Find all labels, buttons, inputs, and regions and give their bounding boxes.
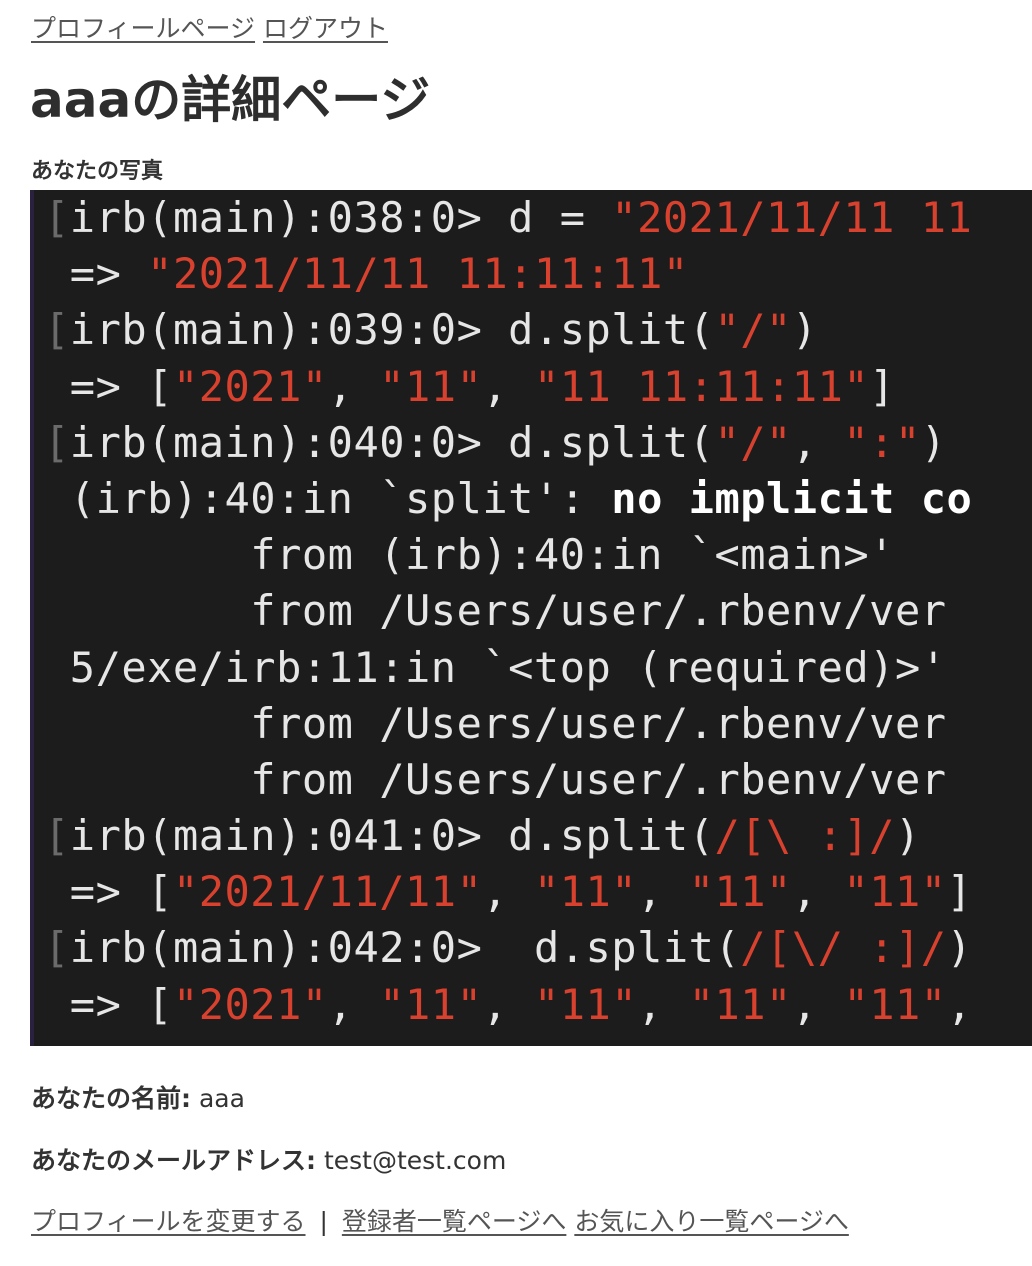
terminal-segment: , — [791, 867, 844, 917]
terminal-segment: => [ — [44, 867, 173, 917]
terminal-segment: [ — [44, 811, 70, 861]
terminal-segment: [ — [44, 305, 70, 355]
terminal-segment: , — [637, 867, 689, 917]
terminal-segment: [ — [44, 417, 70, 467]
terminal-line: [irb(main):040:0> d.split("/", ":") — [44, 415, 1032, 471]
terminal-segment: ] — [946, 867, 973, 917]
terminal-segment: [ — [44, 193, 70, 242]
terminal-segment: , — [482, 979, 534, 1029]
terminal-segment: from /Users/user/.rbenv/ver — [44, 754, 947, 804]
page-title: aaaの詳細ページ — [30, 71, 431, 129]
email-value: test@test.com — [323, 1146, 507, 1175]
terminal-segment: , — [791, 979, 844, 1029]
terminal-segment: "11" — [843, 979, 947, 1029]
terminal-line: from /Users/user/.rbenv/ver — [44, 583, 1032, 639]
edit-profile-link[interactable]: プロフィールを変更する — [31, 1207, 306, 1236]
terminal-segment: => [ — [44, 979, 173, 1029]
terminal-segment: "/" — [714, 305, 792, 355]
terminal-segment: "11" — [379, 979, 483, 1029]
terminal-line: => "2021/11/11 11:11:11" — [44, 246, 1032, 302]
terminal-segment: from /Users/user/.rbenv/ver — [44, 586, 947, 636]
terminal-line: [irb(main):039:0> d.split("/") — [44, 302, 1032, 358]
terminal-line: [irb(main):042:0> d.split(/[\/ :]/) — [44, 920, 1032, 976]
user-photo: [irb(main):038:0> d = "2021/11/11 11 => … — [30, 190, 1032, 1046]
terminal-segment: from /Users/user/.rbenv/ver — [44, 698, 947, 748]
terminal-segment: from (irb):40:in `<main>' — [44, 530, 895, 580]
terminal-screenshot-text: [irb(main):038:0> d = "2021/11/11 11 => … — [44, 190, 1032, 1046]
terminal-segment: "2021/11/11 11 — [611, 193, 973, 242]
terminal-segment: , — [327, 979, 380, 1029]
terminal-segment — [44, 1036, 508, 1046]
terminal-line: (irb):40:in `split': no implicit co — [44, 471, 1032, 527]
terminal-segment: => [ — [44, 361, 173, 411]
terminal-segment: no implicit co — [611, 473, 973, 523]
bottom-nav: プロフィールを変更する | 登録者一覧ページへ お気に入り一覧ページへ — [31, 1205, 849, 1239]
terminal-segment: irb(main):039:0> d.split( — [69, 305, 715, 355]
terminal-segment: irb(main):041:0> d.split( — [69, 811, 715, 861]
terminal-segment: , — [482, 361, 534, 411]
top-nav: プロフィールページ ログアウト — [31, 12, 388, 46]
terminal-segment: "2021" — [172, 979, 328, 1029]
email-row: あなたのメールアドレス: test@test.com — [31, 1144, 506, 1178]
terminal-segment: "11 11:11:11" — [533, 361, 870, 411]
terminal-segment: "11" — [533, 979, 638, 1029]
terminal-segment: , — [791, 417, 844, 467]
name-label: あなたの名前: — [31, 1084, 191, 1113]
terminal-line: 5/exe/irb:11:in `<top (required)>' — [44, 640, 1032, 696]
profile-page-link[interactable]: プロフィールページ — [31, 14, 255, 43]
terminal-line: => ["2021", "11", "11", "11", "11", — [44, 977, 1032, 1033]
terminal-segment: "11" — [688, 979, 792, 1029]
terminal-segment: irb(main):042:0> d.split( — [69, 923, 741, 973]
terminal-line: from /Users/user/.rbenv/ver — [44, 752, 1032, 808]
photo-label: あなたの写真 — [31, 159, 164, 184]
terminal-line: [irb(main):038:0> d = "2021/11/11 11 — [44, 190, 1032, 246]
terminal-line: => ["2021/11/11", "11", "11", "11"] — [44, 864, 1032, 920]
name-row: あなたの名前: aaa — [31, 1082, 245, 1116]
terminal-segment: "2021/11/11 11:11:11" — [147, 249, 689, 299]
email-label: あなたのメールアドレス: — [31, 1146, 316, 1175]
terminal-segment: ) — [946, 923, 973, 973]
terminal-segment: 5/exe/irb:11:in `<top (required)>' — [44, 642, 947, 692]
terminal-segment: /[\/ :]/ — [740, 923, 947, 973]
terminal-segment: ) — [894, 811, 921, 861]
terminal-segment: (irb):40:in `split': — [44, 473, 612, 523]
terminal-line: [irb(main):041:0> d.split(/[\ :]/) — [44, 808, 1032, 864]
terminal-segment: , — [327, 361, 380, 411]
terminal-segment: ) — [791, 305, 818, 355]
terminal-segment: irb(main):040:0> d.split( — [69, 417, 715, 467]
terminal-segment: , — [637, 979, 689, 1029]
terminal-segment: ) — [920, 417, 947, 467]
favorites-list-link[interactable]: お気に入り一覧ページへ — [574, 1207, 849, 1236]
terminal-line: => ["2021", "11", "11 11:11:11"] — [44, 359, 1032, 415]
terminal-segment: "11" — [688, 867, 792, 917]
terminal-segment: "11" — [843, 867, 947, 917]
terminal-segment: ":" — [843, 417, 921, 467]
terminal-line: from (irb):40:in `<main>' — [44, 527, 1032, 583]
terminal-segment: "/" — [714, 417, 792, 467]
terminal-line: from /Users/user/.rbenv/ver — [44, 696, 1032, 752]
terminal-line — [44, 1033, 1032, 1046]
terminal-segment: irb(main):038:0> d = — [69, 193, 612, 242]
terminal-segment: [ — [44, 923, 70, 973]
logout-link[interactable]: ログアウト — [263, 14, 388, 43]
terminal-segment: /[\ :]/ — [714, 811, 895, 861]
nav-separator: | — [319, 1207, 328, 1236]
terminal-segment: , — [482, 867, 534, 917]
terminal-segment: "11" — [379, 361, 483, 411]
terminal-segment: , — [946, 979, 973, 1029]
terminal-segment: => — [44, 249, 148, 299]
terminal-segment: "2021" — [172, 361, 328, 411]
user-list-link[interactable]: 登録者一覧ページへ — [342, 1207, 567, 1236]
terminal-segment: ] — [869, 361, 895, 411]
terminal-segment: "11" — [533, 867, 638, 917]
name-value: aaa — [198, 1084, 245, 1113]
terminal-segment: "2021/11/11" — [172, 867, 483, 917]
